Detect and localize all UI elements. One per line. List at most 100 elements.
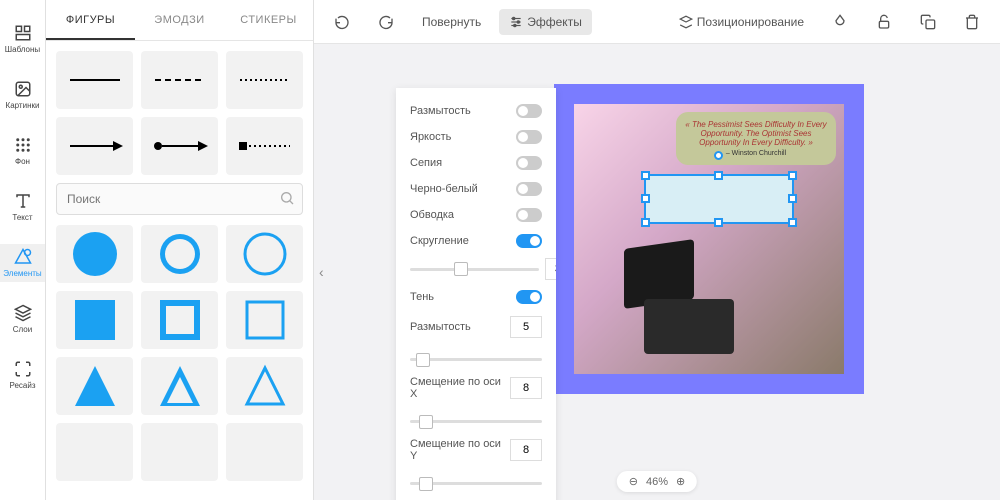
arrow-icon bbox=[65, 136, 125, 156]
circle-outline-icon bbox=[240, 229, 290, 279]
fx-rounding-label: Скругление bbox=[410, 235, 469, 247]
rail-layers[interactable]: Слои bbox=[0, 300, 45, 338]
rail-resize[interactable]: Ресайз bbox=[0, 356, 45, 394]
resize-handle-bm[interactable] bbox=[714, 218, 723, 227]
resize-handle-ml[interactable] bbox=[641, 194, 650, 203]
selected-element[interactable] bbox=[644, 174, 794, 224]
tab-stickers[interactable]: СТИКЕРЫ bbox=[224, 0, 313, 40]
line-dotted-icon bbox=[235, 70, 295, 90]
shapes-list[interactable] bbox=[46, 41, 313, 500]
rail-text[interactable]: Текст bbox=[0, 188, 45, 226]
fx-offset-y-slider[interactable] bbox=[410, 482, 542, 485]
undo-button[interactable] bbox=[324, 8, 360, 36]
search-icon bbox=[279, 190, 295, 211]
rotate-handle[interactable] bbox=[714, 151, 723, 160]
shape-more-2[interactable] bbox=[141, 423, 218, 481]
position-button[interactable]: Позиционирование bbox=[669, 9, 814, 35]
shape-triangle-ring[interactable] bbox=[141, 357, 218, 415]
elements-panel: ФИГУРЫ ЭМОДЗИ СТИКЕРЫ bbox=[46, 0, 314, 500]
resize-handle-br[interactable] bbox=[788, 218, 797, 227]
shape-triangle-outline[interactable] bbox=[226, 357, 303, 415]
fx-rounding-value[interactable] bbox=[545, 258, 556, 280]
shape-triangle-filled[interactable] bbox=[56, 357, 133, 415]
fx-shadow-toggle[interactable] bbox=[516, 290, 542, 304]
opacity-button[interactable] bbox=[822, 8, 858, 36]
redo-button[interactable] bbox=[368, 8, 404, 36]
duplicate-button[interactable] bbox=[910, 8, 946, 36]
tab-shapes[interactable]: ФИГУРЫ bbox=[46, 0, 135, 40]
zoom-out-button[interactable]: ⊖ bbox=[629, 475, 638, 488]
effects-button[interactable]: Эффекты bbox=[499, 9, 592, 35]
resize-handle-tl[interactable] bbox=[641, 171, 650, 180]
fx-rounding-toggle[interactable] bbox=[516, 234, 542, 248]
lock-button[interactable] bbox=[866, 8, 902, 36]
background-icon bbox=[14, 136, 32, 154]
fx-bw-toggle[interactable] bbox=[516, 182, 542, 196]
rail-images[interactable]: Картинки bbox=[0, 76, 45, 114]
shape-arrow[interactable] bbox=[56, 117, 133, 175]
fx-offset-x-value[interactable] bbox=[510, 377, 542, 399]
rail-elements[interactable]: Элементы bbox=[0, 244, 45, 282]
zoom-in-button[interactable]: ⊕ bbox=[676, 475, 685, 488]
effects-panel: Размытость Яркость Сепия Черно-белый Обв… bbox=[396, 88, 556, 500]
text-icon bbox=[14, 192, 32, 210]
droplet-icon bbox=[832, 14, 848, 30]
fx-stroke-label: Обводка bbox=[410, 209, 454, 221]
rail-label: Шаблоны bbox=[5, 45, 40, 54]
resize-handle-bl[interactable] bbox=[641, 218, 650, 227]
fx-shadow-blur-value[interactable] bbox=[510, 316, 542, 338]
rail-label: Фон bbox=[15, 157, 30, 166]
resize-handle-tm[interactable] bbox=[714, 171, 723, 180]
shape-square-outline[interactable] bbox=[226, 291, 303, 349]
shape-circle-outline[interactable] bbox=[226, 225, 303, 283]
rail-templates[interactable]: Шаблоны bbox=[0, 20, 45, 58]
fx-offset-x-label: Смещение по оси X bbox=[410, 376, 510, 400]
design-frame[interactable]: « The Pessimist Sees Difficulty In Every… bbox=[554, 84, 864, 394]
shape-more-3[interactable] bbox=[226, 423, 303, 481]
left-rail: Шаблоны Картинки Фон Текст Элементы Слои… bbox=[0, 0, 46, 500]
rail-background[interactable]: Фон bbox=[0, 132, 45, 170]
unlock-icon bbox=[876, 14, 892, 30]
search-input[interactable] bbox=[56, 183, 303, 215]
shape-square-filled[interactable] bbox=[56, 291, 133, 349]
shape-line-square-dotted[interactable] bbox=[226, 117, 303, 175]
rail-label: Картинки bbox=[6, 101, 40, 110]
images-icon bbox=[14, 80, 32, 98]
ring-box-image bbox=[604, 244, 734, 354]
shape-line-solid[interactable] bbox=[56, 51, 133, 109]
fx-offset-y-value[interactable] bbox=[510, 439, 542, 461]
fx-offset-x-slider[interactable] bbox=[410, 420, 542, 423]
rail-label: Текст bbox=[12, 213, 32, 222]
shape-square-ring[interactable] bbox=[141, 291, 218, 349]
delete-button[interactable] bbox=[954, 8, 990, 36]
resize-handle-tr[interactable] bbox=[788, 171, 797, 180]
tab-emoji[interactable]: ЭМОДЗИ bbox=[135, 0, 224, 40]
effects-icon bbox=[509, 15, 523, 29]
canvas-area: Повернуть Эффекты Позиционирование ‹ « T… bbox=[314, 0, 1000, 500]
fx-blur-toggle[interactable] bbox=[516, 104, 542, 118]
fx-stroke-toggle[interactable] bbox=[516, 208, 542, 222]
shape-line-dashed[interactable] bbox=[141, 51, 218, 109]
canvas[interactable]: ‹ « The Pessimist Sees Difficulty In Eve… bbox=[314, 44, 1000, 500]
fx-sepia-toggle[interactable] bbox=[516, 156, 542, 170]
rail-label: Ресайз bbox=[9, 381, 35, 390]
fx-rounding-slider[interactable] bbox=[410, 268, 539, 271]
shape-line-dot-arrow[interactable] bbox=[141, 117, 218, 175]
rotate-button[interactable]: Повернуть bbox=[412, 9, 491, 35]
fx-brightness-label: Яркость bbox=[410, 131, 451, 143]
shape-more-1[interactable] bbox=[56, 423, 133, 481]
shape-circle-ring[interactable] bbox=[141, 225, 218, 283]
fx-blur-label: Размытость bbox=[410, 105, 471, 117]
line-square-dotted-icon bbox=[235, 136, 295, 156]
circle-filled-icon bbox=[70, 229, 120, 279]
square-ring-icon bbox=[155, 295, 205, 345]
quote-box[interactable]: « The Pessimist Sees Difficulty In Every… bbox=[676, 112, 836, 165]
square-outline-icon bbox=[240, 295, 290, 345]
panel-collapse-button[interactable]: ‹ bbox=[319, 264, 324, 280]
fx-brightness-toggle[interactable] bbox=[516, 130, 542, 144]
resize-handle-mr[interactable] bbox=[788, 194, 797, 203]
fx-shadow-label: Тень bbox=[410, 291, 434, 303]
shape-line-dotted[interactable] bbox=[226, 51, 303, 109]
fx-shadow-blur-slider[interactable] bbox=[410, 358, 542, 361]
shape-circle-filled[interactable] bbox=[56, 225, 133, 283]
